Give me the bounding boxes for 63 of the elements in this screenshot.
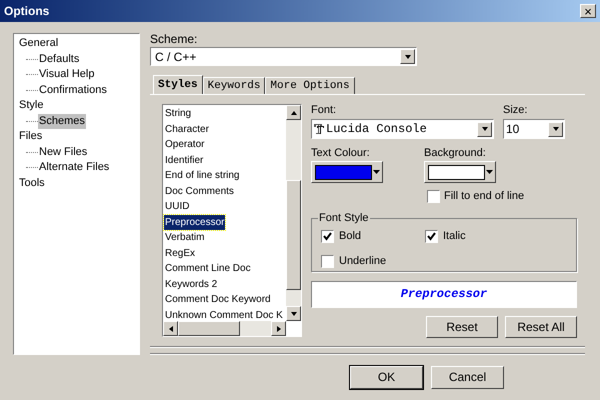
tree-item[interactable]: Files: [18, 129, 44, 144]
list-entry[interactable]: Verbatim: [164, 230, 206, 246]
push-button[interactable]: Reset All: [505, 316, 577, 338]
truetype-font-icon: [314, 124, 324, 134]
list-entry[interactable]: Identifier: [164, 152, 204, 168]
text-colour-picker[interactable]: [311, 161, 383, 183]
tab[interactable]: Styles: [153, 75, 203, 94]
checkbox-label: Italic: [443, 228, 466, 244]
tree-item[interactable]: Style: [18, 98, 44, 114]
font-dropdown[interactable]: Lucida Console: [311, 119, 494, 139]
size-label: Size:: [503, 104, 528, 117]
scroll-thumb[interactable]: [286, 180, 301, 290]
tree-item[interactable]: General: [18, 36, 60, 52]
checkbox[interactable]: [425, 230, 438, 242]
group-title: Font Style: [318, 212, 370, 224]
scroll-left-icon[interactable]: [163, 321, 178, 336]
checkbox[interactable]: [321, 230, 334, 242]
tree-item[interactable]: Visual Help: [38, 67, 96, 82]
font-label: Font:: [311, 104, 338, 117]
tab[interactable]: Keywords: [202, 77, 266, 94]
colour-label: Background:: [424, 147, 487, 160]
list-entry[interactable]: UUID: [164, 199, 190, 214]
scroll-up-icon[interactable]: [286, 105, 301, 120]
list-entry[interactable]: RegEx: [164, 246, 196, 261]
push-button[interactable]: OK: [350, 366, 423, 388]
checkbox[interactable]: [321, 254, 334, 268]
tree-item[interactable]: Confirmations: [38, 82, 108, 98]
list-entry[interactable]: String: [164, 106, 192, 122]
list-entry[interactable]: Comment Doc Keyword: [164, 292, 272, 308]
tree-item[interactable]: Defaults: [38, 52, 80, 67]
tree-item[interactable]: Tools: [18, 176, 46, 191]
tree-item[interactable]: Schemes: [38, 114, 86, 129]
list-entry[interactable]: Unknown Comment Doc K: [164, 308, 284, 321]
checkbox-label: Fill to end of line: [444, 189, 524, 204]
dropdown-arrow-icon: [373, 170, 380, 174]
close-button[interactable]: ×: [580, 4, 596, 18]
background-colour-picker[interactable]: [424, 161, 496, 183]
checkbox-label: Underline: [339, 254, 386, 269]
colour-label: Text Colour:: [311, 147, 371, 160]
scroll-thumb[interactable]: [178, 321, 240, 336]
tree-item[interactable]: New Files: [38, 144, 88, 160]
list-entry[interactable]: Comment Line Doc: [164, 261, 252, 276]
list-entry[interactable]: Doc Comments: [164, 184, 235, 199]
scroll-right-icon[interactable]: [271, 321, 286, 336]
push-button[interactable]: Cancel: [431, 366, 504, 388]
vertical-scrollbar[interactable]: [286, 105, 301, 321]
window-title: Options: [4, 3, 50, 20]
horizontal-scrollbar[interactable]: [163, 321, 286, 336]
list-entry[interactable]: Character: [164, 122, 210, 137]
push-button[interactable]: Reset: [426, 316, 498, 338]
list-entry[interactable]: Keywords 2: [164, 276, 218, 292]
checkbox[interactable]: [427, 190, 440, 203]
dropdown-arrow-icon: [486, 170, 493, 174]
tab[interactable]: More Options: [265, 77, 355, 94]
scroll-down-icon[interactable]: [286, 306, 301, 321]
list-entry[interactable]: Preprocessor: [164, 214, 226, 230]
list-entry[interactable]: Operator: [164, 137, 206, 152]
tree-item[interactable]: Alternate Files: [38, 160, 110, 176]
size-dropdown[interactable]: 10: [503, 119, 565, 139]
checkbox-label: Bold: [339, 228, 362, 244]
scheme-label: Scheme:: [150, 33, 198, 45]
list-entry[interactable]: End of line string: [164, 168, 240, 184]
scheme-dropdown[interactable]: C / C++: [150, 47, 417, 66]
